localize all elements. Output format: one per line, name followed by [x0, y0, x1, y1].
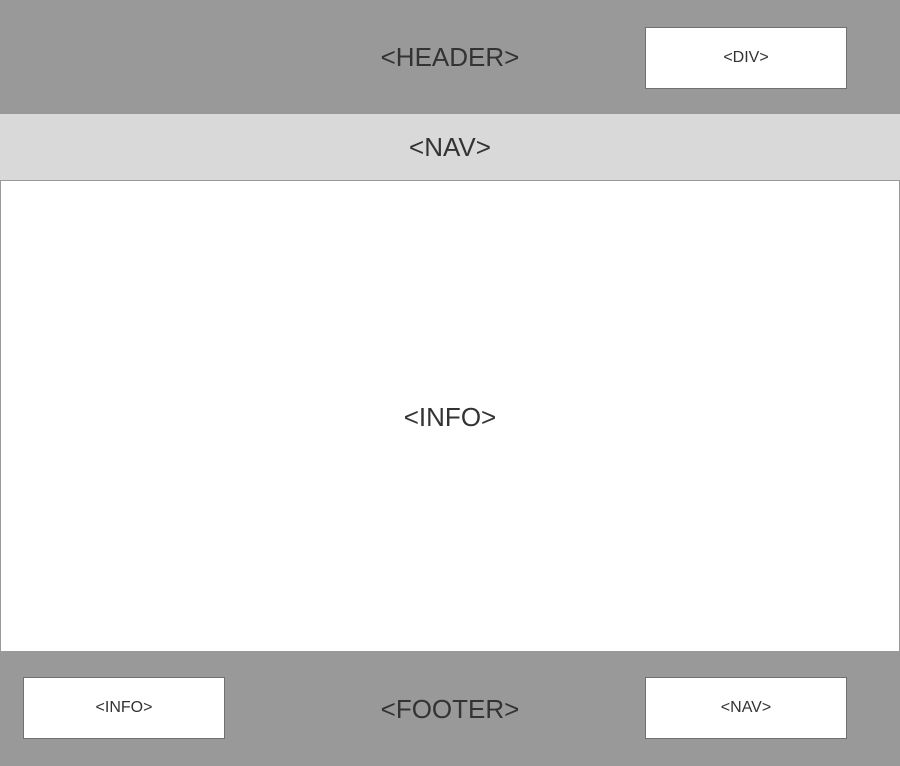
footer-nav-box: <NAV> [645, 677, 847, 739]
footer-info-box-label: <INFO> [95, 699, 153, 716]
header-div-box: <DIV> [645, 27, 847, 89]
footer-region: <INFO> <FOOTER> <NAV> [0, 652, 900, 766]
main-info-region: <INFO> [0, 180, 900, 652]
header-div-box-label: <DIV> [723, 49, 769, 66]
layout-wireframe: <HEADER> <DIV> <NAV> <INFO> <INFO> <FOOT… [0, 0, 900, 766]
footer-label: <FOOTER> [380, 693, 520, 724]
main-info-label: <INFO> [403, 401, 497, 432]
nav-region: <NAV> [0, 114, 900, 181]
footer-info-box: <INFO> [23, 677, 225, 739]
footer-nav-box-label: <NAV> [720, 699, 772, 716]
header-label: <HEADER> [380, 41, 520, 72]
nav-label: <NAV> [409, 132, 491, 162]
header-region: <HEADER> <DIV> [0, 0, 900, 114]
